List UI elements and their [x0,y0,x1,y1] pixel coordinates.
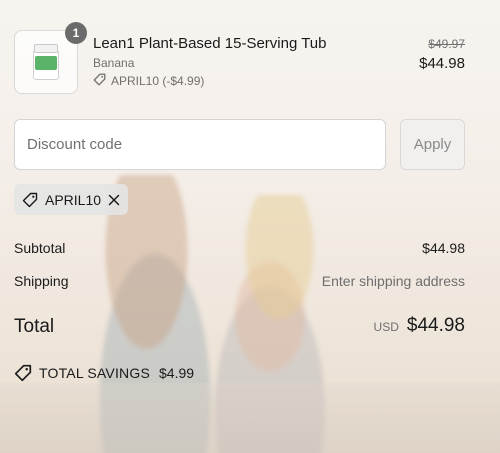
subtotal-value: $44.98 [422,240,465,256]
close-icon[interactable] [108,194,120,206]
tag-icon [93,73,106,89]
product-name: Lean1 Plant-Based 15-Serving Tub [93,35,327,52]
total-label: Total [14,316,55,337]
shipping-value: Enter shipping address [321,273,465,289]
order-summary: 1 Lean1 Plant-Based 15-Serving Tub Banan… [0,0,500,453]
total-savings-value: $4.99 [159,365,195,381]
discount-code-input[interactable] [14,119,386,170]
total-savings-label: TOTAL SAVINGS [39,365,150,381]
applied-discount-chip: APRIL10 [14,184,129,215]
original-price: $49.97 [428,37,465,51]
product-discount: APRIL10 (-$4.99) [93,73,204,89]
product-variant: Banana [93,56,135,70]
tag-icon [14,364,32,382]
product-image [33,44,59,80]
total-amount: $44.98 [406,315,465,336]
subtotal-label: Subtotal [14,240,66,256]
total-value: USD $44.98 [374,315,465,337]
tag-icon [22,192,38,208]
apply-button[interactable]: Apply [400,119,465,170]
quantity-badge: 1 [65,22,87,44]
total-savings: TOTAL SAVINGS $4.99 [14,364,194,382]
currency-code: USD [373,320,399,334]
shipping-label: Shipping [14,273,69,289]
item-price: $44.98 [419,55,465,72]
applied-discount-code: APRIL10 [45,191,102,208]
product-discount-text: APRIL10 (-$4.99) [111,74,205,88]
